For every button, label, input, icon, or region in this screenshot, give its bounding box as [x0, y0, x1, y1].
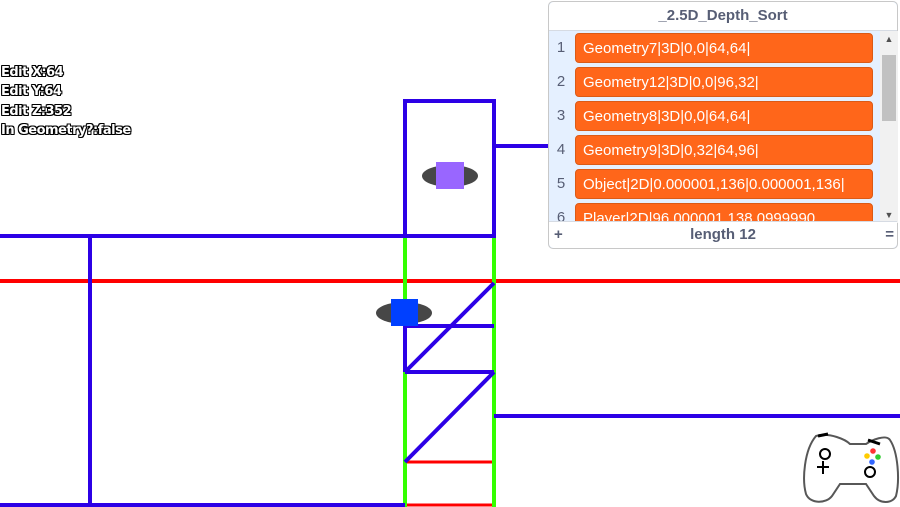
list-item-index: 1	[556, 39, 566, 56]
player-sprite[interactable]	[391, 299, 418, 326]
scroll-thumb[interactable]	[882, 55, 896, 121]
list-item-index: 5	[556, 175, 566, 192]
list-item-value[interactable]: Geometry9|3D|0,32|64,96|	[575, 135, 873, 165]
gamepad-icon[interactable]	[803, 432, 899, 503]
list-title: _2.5D_Depth_Sort	[549, 2, 897, 31]
list-length: length 12	[690, 226, 756, 243]
debug-in-geometry: In Geometry?:false	[1, 123, 131, 138]
resize-handle[interactable]: =	[885, 222, 894, 248]
list-item-value[interactable]: Geometry7|3D|0,0|64,64|	[575, 33, 873, 63]
list-item-index: 3	[556, 107, 566, 124]
list-item-value[interactable]: Geometry8|3D|0,0|64,64|	[575, 101, 873, 131]
list-item-index: 6	[556, 209, 566, 223]
list-item[interactable]: 1 Geometry7|3D|0,0|64,64|	[549, 32, 879, 66]
debug-edit-x: Edit X:64	[1, 65, 64, 80]
list-item-value[interactable]: Geometry12|3D|0,0|96,32|	[575, 67, 873, 97]
list-item-value[interactable]: Object|2D|0.000001,136|0.000001,136|	[575, 169, 873, 199]
list-item-value[interactable]: Player|2D|96.000001,138.0999990	[575, 203, 873, 223]
ramp-diagonal-lower	[403, 370, 496, 464]
list-footer: + length 12 =	[549, 221, 897, 248]
list-item-index: 2	[556, 73, 566, 90]
object-sprite[interactable]	[436, 162, 464, 189]
debug-edit-y: Edit Y:64	[1, 84, 62, 99]
scroll-up-arrow-icon[interactable]: ▲	[880, 31, 898, 47]
debug-edit-z: Edit Z:352	[1, 104, 72, 119]
list-monitor[interactable]: _2.5D_Depth_Sort 1 Geometry7|3D|0,0|64,6…	[548, 1, 898, 249]
list-item[interactable]: 6 Player|2D|96.000001,138.0999990	[549, 202, 879, 223]
list-item[interactable]: 5 Object|2D|0.000001,136|0.000001,136|	[549, 168, 879, 202]
list-body[interactable]: 1 Geometry7|3D|0,0|64,64| 2 Geometry12|3…	[549, 31, 879, 223]
list-item[interactable]: 4 Geometry9|3D|0,32|64,96|	[549, 134, 879, 168]
list-item[interactable]: 2 Geometry12|3D|0,0|96,32|	[549, 66, 879, 100]
list-item[interactable]: 3 Geometry8|3D|0,0|64,64|	[549, 100, 879, 134]
list-item-index: 4	[556, 141, 566, 158]
list-scrollbar[interactable]: ▲ ▼	[880, 31, 898, 223]
